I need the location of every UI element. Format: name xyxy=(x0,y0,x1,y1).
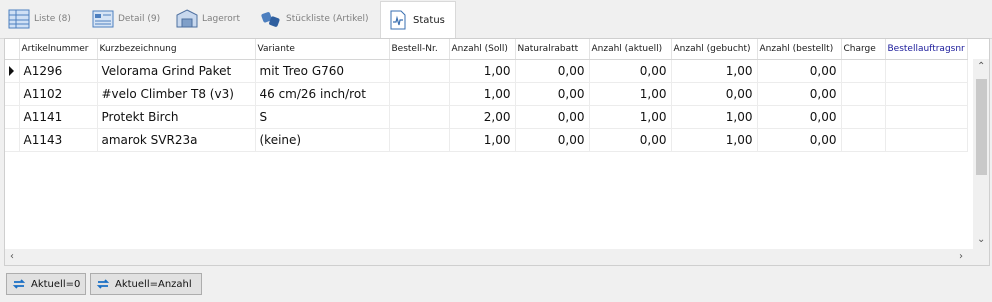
cell-variante[interactable]: (keine) xyxy=(255,128,390,152)
scroll-down-icon[interactable]: ⌄ xyxy=(977,235,985,245)
tab-label: Stückliste (Artikel) xyxy=(286,14,369,24)
col-header-anzahl-gebucht[interactable]: Anzahl (gebucht) xyxy=(671,39,758,60)
row-selector[interactable] xyxy=(5,128,20,152)
cell-charge[interactable] xyxy=(841,59,886,83)
status-chart-icon xyxy=(387,9,409,31)
horizontal-scrollbar[interactable]: ‹ › xyxy=(5,249,973,265)
tab-detail[interactable]: Detail (9) xyxy=(86,2,170,36)
cell-anzahl-aktuell[interactable]: 0,00 xyxy=(589,128,672,152)
tab-label: Liste (8) xyxy=(34,14,71,24)
cell-naturalrabatt[interactable]: 0,00 xyxy=(515,128,590,152)
parts-list-icon xyxy=(260,8,282,30)
warehouse-icon xyxy=(176,8,198,30)
vertical-scroll-thumb[interactable] xyxy=(976,79,987,175)
row-selector-header xyxy=(5,39,20,60)
tab-bar: Liste (8) Detail (9) Lagerort Stückliste… xyxy=(0,0,992,39)
col-header-anzahl-bestellt[interactable]: Anzahl (bestellt) xyxy=(757,39,842,60)
vertical-scrollbar[interactable]: ⌃ ⌄ xyxy=(973,59,989,249)
col-header-anzahl-aktuell[interactable]: Anzahl (aktuell) xyxy=(589,39,672,60)
cell-bestellnr[interactable] xyxy=(389,105,450,129)
cell-kurzbezeichnung[interactable]: Protekt Birch xyxy=(97,105,256,129)
detail-card-icon xyxy=(92,8,114,30)
current-row-indicator-icon xyxy=(9,66,14,76)
cell-anzahl-aktuell[interactable]: 1,00 xyxy=(589,105,672,129)
scroll-up-icon[interactable]: ⌃ xyxy=(977,62,985,72)
grid-list-icon xyxy=(8,8,30,30)
cell-anzahl-gebucht[interactable]: 0,00 xyxy=(671,82,758,106)
cell-artikelnummer[interactable]: A1102 xyxy=(19,82,98,106)
cell-artikelnummer[interactable]: A1143 xyxy=(19,128,98,152)
tab-label: Status xyxy=(413,14,445,26)
row-selector[interactable] xyxy=(5,82,20,106)
cell-charge[interactable] xyxy=(841,105,886,129)
cell-artikelnummer[interactable]: A1296 xyxy=(19,59,98,83)
col-header-charge[interactable]: Charge xyxy=(841,39,886,60)
cell-anzahl-aktuell[interactable]: 0,00 xyxy=(589,59,672,83)
refresh-icon xyxy=(95,276,111,292)
cell-anzahl-gebucht[interactable]: 1,00 xyxy=(671,128,758,152)
aktuell-null-button[interactable]: Aktuell=0 xyxy=(6,273,86,295)
col-header-artikelnummer[interactable]: Artikelnummer xyxy=(19,39,98,60)
col-header-kurzbezeichnung[interactable]: Kurzbezeichnung xyxy=(97,39,256,60)
cell-anzahl-gebucht[interactable]: 1,00 xyxy=(671,105,758,129)
action-bar: Aktuell=0 Aktuell=Anzahl xyxy=(0,266,992,302)
table-row[interactable]: A1141 Protekt Birch S 2,00 0,00 1,00 1,0… xyxy=(5,105,968,129)
cell-bestellauftragsnr[interactable] xyxy=(885,82,968,106)
cell-variante[interactable]: mit Treo G760 xyxy=(255,59,390,83)
button-label: Aktuell=Anzahl xyxy=(115,278,192,290)
tab-status[interactable]: Status xyxy=(380,1,456,38)
table-row[interactable]: A1296 Velorama Grind Paket mit Treo G760… xyxy=(5,59,968,83)
cell-bestellauftragsnr[interactable] xyxy=(885,105,968,129)
cell-artikelnummer[interactable]: A1141 xyxy=(19,105,98,129)
refresh-icon xyxy=(11,276,27,292)
cell-kurzbezeichnung[interactable]: Velorama Grind Paket xyxy=(97,59,256,83)
cell-naturalrabatt[interactable]: 0,00 xyxy=(515,105,590,129)
cell-bestellnr[interactable] xyxy=(389,82,450,106)
cell-anzahl-bestellt[interactable]: 0,00 xyxy=(757,128,842,152)
cell-naturalrabatt[interactable]: 0,00 xyxy=(515,59,590,83)
cell-anzahl-soll[interactable]: 1,00 xyxy=(449,128,516,152)
status-grid: Artikelnummer Kurzbezeichnung Variante B… xyxy=(4,38,990,266)
tab-liste[interactable]: Liste (8) xyxy=(2,2,86,36)
data-table: Artikelnummer Kurzbezeichnung Variante B… xyxy=(5,39,968,152)
tab-label: Lagerort xyxy=(202,14,241,24)
row-selector[interactable] xyxy=(5,105,20,129)
scroll-left-icon[interactable]: ‹ xyxy=(10,252,14,262)
col-header-bestellnr[interactable]: Bestell-Nr. xyxy=(389,39,450,60)
cell-anzahl-soll[interactable]: 1,00 xyxy=(449,82,516,106)
col-header-variante[interactable]: Variante xyxy=(255,39,390,60)
cell-variante[interactable]: S xyxy=(255,105,390,129)
col-header-bestellauftragsnr[interactable]: Bestellauftragsnr xyxy=(885,39,968,60)
scroll-right-icon[interactable]: › xyxy=(959,252,963,262)
col-header-naturalrabatt[interactable]: Naturalrabatt xyxy=(515,39,590,60)
cell-anzahl-aktuell[interactable]: 1,00 xyxy=(589,82,672,106)
cell-naturalrabatt[interactable]: 0,00 xyxy=(515,82,590,106)
button-label: Aktuell=0 xyxy=(31,278,81,290)
tab-stueckliste[interactable]: Stückliste (Artikel) xyxy=(254,2,378,36)
table-row[interactable]: A1102 #velo Climber T8 (v3) 46 cm/26 inc… xyxy=(5,82,968,106)
table-row[interactable]: A1143 amarok SVR23a (keine) 1,00 0,00 0,… xyxy=(5,128,968,152)
cell-bestellauftragsnr[interactable] xyxy=(885,128,968,152)
tab-lagerort[interactable]: Lagerort xyxy=(170,2,254,36)
header-row: Artikelnummer Kurzbezeichnung Variante B… xyxy=(5,39,968,60)
cell-anzahl-gebucht[interactable]: 1,00 xyxy=(671,59,758,83)
cell-bestellauftragsnr[interactable] xyxy=(885,59,968,83)
tab-label: Detail (9) xyxy=(118,14,161,24)
cell-kurzbezeichnung[interactable]: #velo Climber T8 (v3) xyxy=(97,82,256,106)
aktuell-anzahl-button[interactable]: Aktuell=Anzahl xyxy=(90,273,202,295)
row-selector[interactable] xyxy=(5,59,20,83)
cell-variante[interactable]: 46 cm/26 inch/rot xyxy=(255,82,390,106)
cell-anzahl-soll[interactable]: 1,00 xyxy=(449,59,516,83)
col-header-anzahl-soll[interactable]: Anzahl (Soll) xyxy=(449,39,516,60)
cell-bestellnr[interactable] xyxy=(389,59,450,83)
cell-anzahl-soll[interactable]: 2,00 xyxy=(449,105,516,129)
cell-anzahl-bestellt[interactable]: 0,00 xyxy=(757,82,842,106)
cell-anzahl-bestellt[interactable]: 0,00 xyxy=(757,105,842,129)
cell-bestellnr[interactable] xyxy=(389,128,450,152)
scrollbar-corner xyxy=(973,249,989,265)
cell-charge[interactable] xyxy=(841,128,886,152)
cell-anzahl-bestellt[interactable]: 0,00 xyxy=(757,59,842,83)
cell-charge[interactable] xyxy=(841,82,886,106)
cell-kurzbezeichnung[interactable]: amarok SVR23a xyxy=(97,128,256,152)
